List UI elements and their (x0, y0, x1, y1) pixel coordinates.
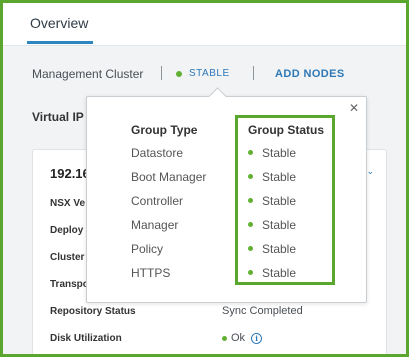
status-dot-icon (248, 174, 253, 180)
status-dot-icon (222, 335, 227, 341)
list-item: Controller (131, 194, 184, 208)
chevron-down-icon[interactable]: ⌄ (366, 166, 374, 177)
list-item: HTTPS (131, 266, 171, 280)
list-item: Boot Manager (131, 170, 207, 184)
close-icon[interactable]: ✕ (347, 101, 361, 115)
prop-label-nsx-version: NSX Ve (50, 198, 86, 209)
list-item: Manager (131, 218, 179, 232)
status-text: Stable (262, 170, 297, 184)
node-ip: 192.16 (50, 166, 90, 181)
group-status-list: Stable Stable Stable Stable Stable Stabl… (248, 147, 296, 291)
list-item: Stable (248, 195, 296, 219)
prop-label-disk-utilization: Disk Utilization (50, 333, 122, 344)
tab-bar: Overview (3, 3, 406, 46)
screenshot-frame: Overview Management Cluster STABLE ADD N… (0, 0, 409, 357)
tab-overview[interactable]: Overview (30, 15, 88, 31)
status-dot-icon (248, 270, 253, 276)
prop-label-deployment: Deploy (50, 225, 84, 236)
group-status-popover: ✕ Group Type Group Status Datastore Boot… (86, 87, 367, 303)
divider (253, 66, 254, 80)
disk-utilization-text: Ok (231, 332, 246, 344)
active-tab-indicator (27, 41, 93, 44)
status-text: Stable (262, 242, 297, 256)
status-dot-icon (176, 71, 182, 77)
list-item: Policy (131, 242, 164, 256)
status-text: Stable (262, 218, 297, 232)
list-item: Stable (248, 267, 296, 291)
repository-status-value: Sync Completed (222, 305, 303, 317)
group-type-list: Datastore Boot Manager Controller Manage… (131, 147, 206, 291)
prop-label-repository-status: Repository Status (50, 306, 136, 317)
disk-utilization-value: Ok i (222, 332, 263, 344)
cluster-status-link[interactable]: STABLE (189, 68, 230, 79)
list-item: Stable (248, 171, 296, 195)
status-dot-icon (248, 198, 253, 204)
management-cluster-label: Management Cluster (32, 67, 144, 81)
list-item: Datastore (131, 146, 184, 160)
list-item: Stable (248, 219, 296, 243)
divider (161, 66, 162, 80)
virtual-ip-label: Virtual IP (32, 110, 84, 124)
add-nodes-button[interactable]: ADD NODES (275, 68, 345, 80)
status-text: Stable (262, 146, 297, 160)
status-dot-icon (248, 246, 253, 252)
list-item: Stable (248, 243, 296, 267)
list-item: Stable (248, 147, 296, 171)
info-icon[interactable]: i (251, 332, 263, 344)
prop-label-cluster: Cluster (50, 252, 85, 263)
prop-label-transport: Transpo (50, 279, 89, 290)
popover-arrow (208, 87, 227, 106)
status-text: Stable (262, 194, 297, 208)
status-dot-icon (248, 222, 253, 228)
group-type-header: Group Type (131, 123, 198, 137)
status-text: Stable (262, 266, 297, 280)
status-dot-icon (248, 150, 253, 156)
